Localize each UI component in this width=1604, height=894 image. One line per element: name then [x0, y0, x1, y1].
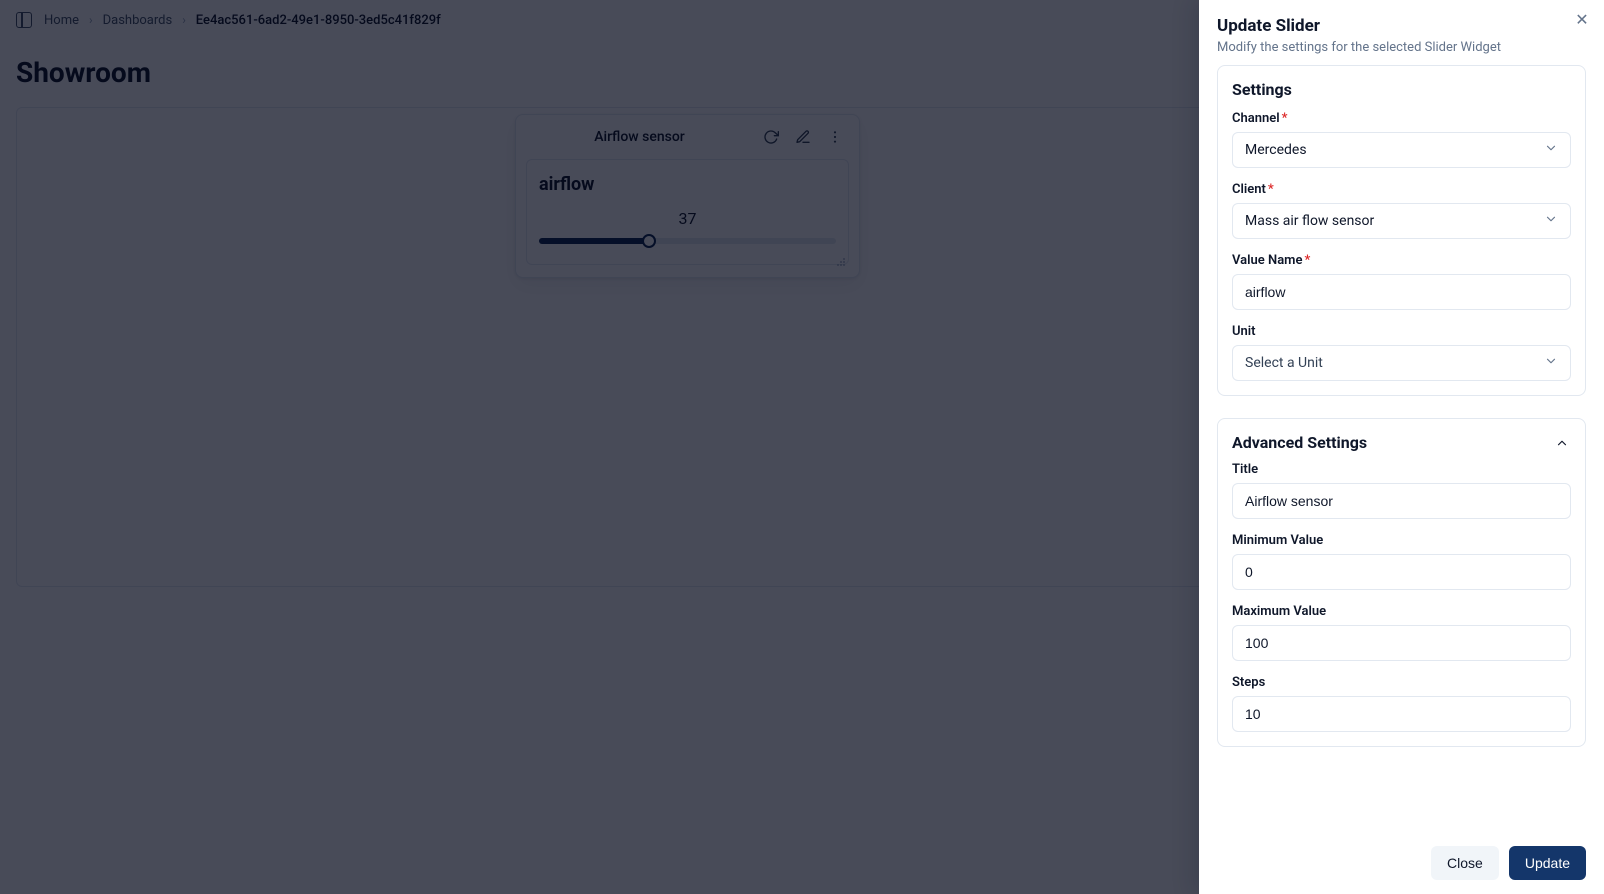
adv-title-label: Title: [1232, 462, 1571, 477]
client-label: Client*: [1232, 182, 1571, 197]
panel-subtitle: Modify the settings for the selected Sli…: [1217, 40, 1586, 55]
close-icon[interactable]: ✕: [1572, 10, 1592, 30]
client-value: Mass air flow sensor: [1245, 213, 1374, 229]
panel-body: Settings Channel* Mercedes Client* Mass …: [1199, 65, 1604, 834]
unit-label: Unit: [1232, 324, 1571, 339]
min-value-field: Minimum Value: [1232, 533, 1571, 590]
value-name-label: Value Name*: [1232, 253, 1571, 268]
update-slider-panel: ✕ Update Slider Modify the settings for …: [1199, 0, 1604, 894]
panel-header: ✕ Update Slider Modify the settings for …: [1199, 0, 1604, 65]
unit-field: Unit Select a Unit: [1232, 324, 1571, 381]
adv-title-field: Title: [1232, 462, 1571, 519]
channel-label: Channel*: [1232, 111, 1571, 126]
max-value-field: Maximum Value: [1232, 604, 1571, 661]
max-value-label: Maximum Value: [1232, 604, 1571, 619]
chevron-up-icon[interactable]: [1553, 434, 1571, 452]
steps-input[interactable]: [1232, 696, 1571, 732]
client-select[interactable]: Mass air flow sensor: [1232, 203, 1571, 239]
chevron-down-icon: [1544, 212, 1558, 230]
panel-title: Update Slider: [1217, 16, 1586, 36]
chevron-down-icon: [1544, 354, 1558, 372]
steps-field: Steps: [1232, 675, 1571, 732]
panel-footer: Close Update: [1199, 834, 1604, 894]
max-value-input[interactable]: [1232, 625, 1571, 661]
settings-card: Settings Channel* Mercedes Client* Mass …: [1217, 65, 1586, 396]
channel-select[interactable]: Mercedes: [1232, 132, 1571, 168]
channel-value: Mercedes: [1245, 142, 1307, 158]
advanced-settings-card: Advanced Settings Title Minimum Value Ma…: [1217, 418, 1586, 747]
channel-field: Channel* Mercedes: [1232, 111, 1571, 168]
value-name-input[interactable]: [1232, 274, 1571, 310]
advanced-heading: Advanced Settings: [1232, 433, 1367, 452]
unit-select[interactable]: Select a Unit: [1232, 345, 1571, 381]
steps-label: Steps: [1232, 675, 1571, 690]
chevron-down-icon: [1544, 141, 1558, 159]
update-button[interactable]: Update: [1509, 846, 1586, 880]
unit-placeholder: Select a Unit: [1245, 355, 1323, 371]
value-name-field: Value Name*: [1232, 253, 1571, 310]
settings-heading: Settings: [1232, 80, 1571, 99]
adv-title-input[interactable]: [1232, 483, 1571, 519]
min-value-label: Minimum Value: [1232, 533, 1571, 548]
close-button[interactable]: Close: [1431, 846, 1499, 880]
min-value-input[interactable]: [1232, 554, 1571, 590]
client-field: Client* Mass air flow sensor: [1232, 182, 1571, 239]
